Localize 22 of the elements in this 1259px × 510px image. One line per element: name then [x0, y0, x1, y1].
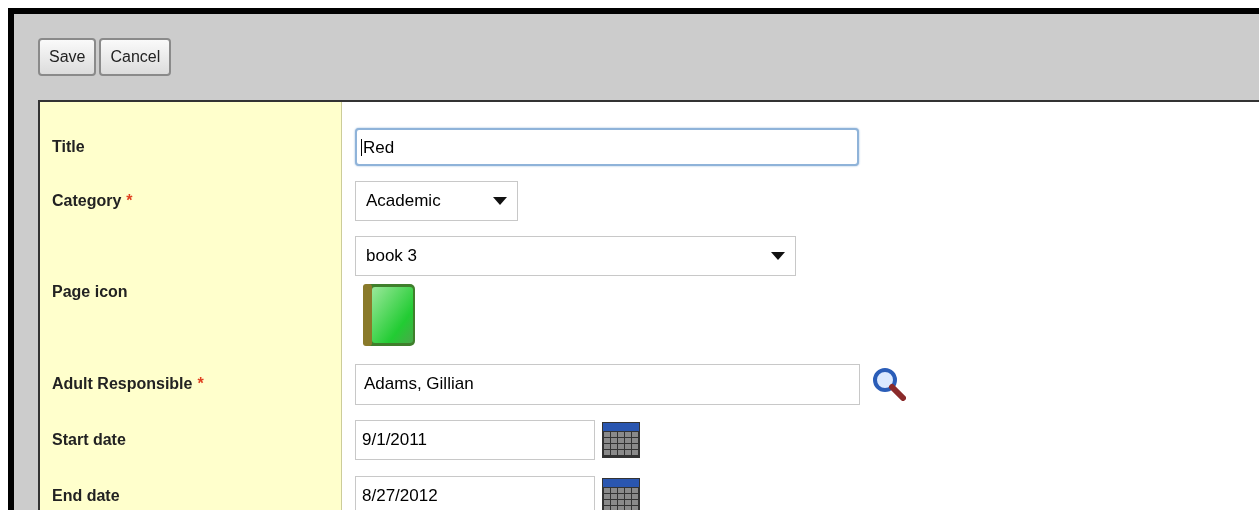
category-select[interactable]: Academic [355, 181, 518, 221]
field-label: Start date [52, 430, 126, 450]
required-mark: * [197, 374, 204, 394]
field-label: Category [52, 191, 122, 211]
field-label: End date [52, 486, 120, 506]
calendar-icon[interactable] [602, 422, 640, 458]
person-field[interactable]: Adams, Gillian [355, 363, 860, 405]
date-field[interactable]: 8/27/2012 [355, 476, 595, 510]
required-mark: * [126, 191, 133, 211]
field-label: Title [52, 137, 85, 157]
field-label: Page icon [52, 282, 128, 302]
title-field[interactable]: Red [355, 128, 859, 166]
search-icon[interactable] [872, 367, 906, 401]
toolbar-button[interactable]: Save [38, 38, 97, 76]
caret-icon [771, 252, 785, 260]
icon-select[interactable]: book 3 [355, 236, 796, 276]
field-label: Adult Responsible [52, 374, 193, 394]
calendar-icon[interactable] [602, 478, 640, 510]
date-field[interactable]: 9/1/2011 [355, 420, 595, 460]
toolbar-button[interactable]: Cancel [99, 38, 172, 76]
book-icon [361, 282, 417, 348]
caret-icon [493, 197, 507, 205]
